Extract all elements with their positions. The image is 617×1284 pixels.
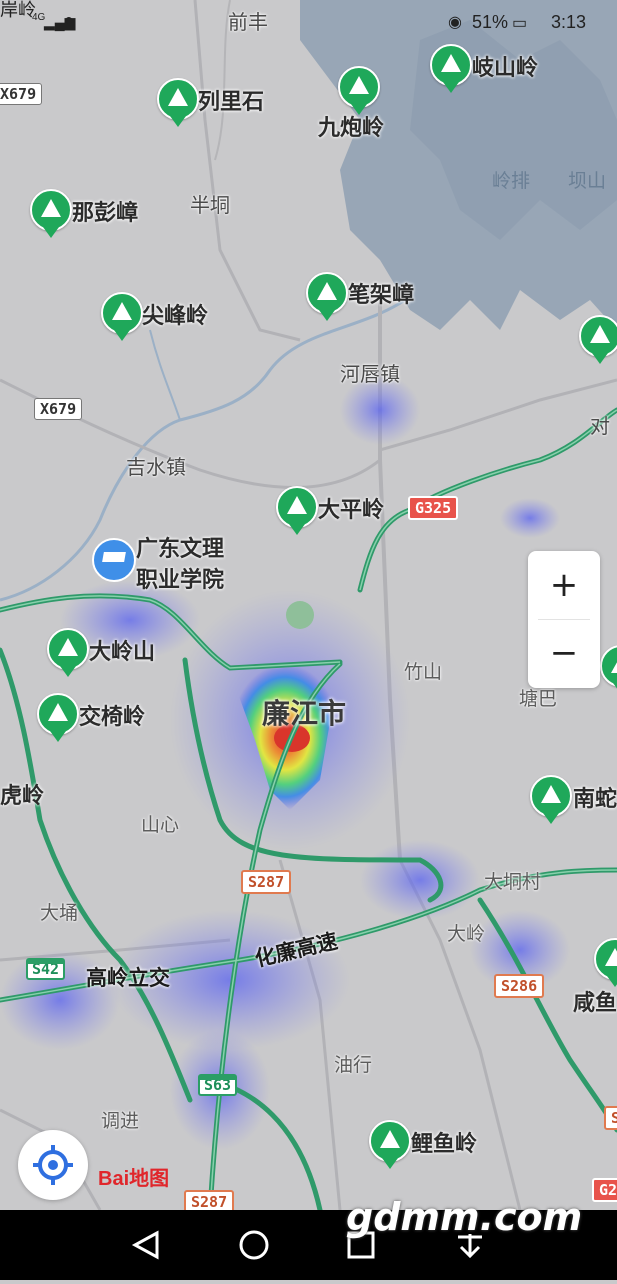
peak-label[interactable]: 尖峰岭 xyxy=(142,298,208,330)
place-label[interactable]: 半垌 xyxy=(190,189,230,218)
mountain-pin-icon[interactable] xyxy=(369,1120,411,1169)
route-shield: G2 xyxy=(592,1178,617,1202)
map-view[interactable]: 岸岭 4G ▂▄▆ ● ◉ 51% ▭ 3:13 岭排 坝山 前丰 半垌 河唇镇… xyxy=(0,0,617,1210)
poi-label[interactable]: 职业学院 xyxy=(136,562,224,594)
place-label[interactable]: 调进 xyxy=(101,1106,139,1133)
mountain-pin-icon[interactable] xyxy=(101,292,143,341)
zoom-control: + − xyxy=(528,551,600,688)
route-shield: S286 xyxy=(494,974,545,998)
wechat-icon: ● xyxy=(64,12,74,29)
place-label[interactable]: 大埇 xyxy=(40,898,78,925)
route-shield: X679 xyxy=(0,83,43,105)
edge-label: 虎岭 xyxy=(0,784,45,809)
place-label[interactable]: 塘巴 xyxy=(519,684,557,711)
peak-label[interactable]: 九炮岭 xyxy=(318,110,384,142)
highway-label: 高岭立交 xyxy=(86,966,170,990)
watermark: gdmm.com xyxy=(346,1195,583,1239)
mountain-pin-icon[interactable] xyxy=(579,315,617,364)
city-label[interactable]: 廉江市 xyxy=(262,692,346,732)
mountain-pin-icon[interactable] xyxy=(37,693,79,742)
baidu-map-logo: Bai地图 xyxy=(98,1168,170,1190)
locate-button[interactable] xyxy=(18,1130,88,1200)
mountain-pin-icon[interactable] xyxy=(338,66,380,115)
place-label[interactable]: 吉水镇 xyxy=(126,451,186,480)
zoom-in-button[interactable]: + xyxy=(528,551,600,619)
mountain-pin-icon[interactable] xyxy=(306,272,348,321)
battery-icon: ▭ xyxy=(512,15,528,32)
peak-label[interactable]: 岐山岭 xyxy=(472,50,538,82)
mountain-pin-icon[interactable] xyxy=(30,189,72,238)
peak-label[interactable]: 交椅岭 xyxy=(79,699,145,731)
place-label[interactable]: 大垌村 xyxy=(484,867,541,894)
route-shield: X679 xyxy=(34,398,83,420)
place-label[interactable]: 竹山 xyxy=(404,657,442,684)
mountain-pin-icon[interactable] xyxy=(157,78,199,127)
peak-label[interactable]: 咸鱼 xyxy=(573,985,617,1017)
place-label[interactable]: 大岭 xyxy=(447,919,485,946)
zoom-out-button[interactable]: − xyxy=(528,619,600,687)
edge-label-top: 岸岭 xyxy=(0,0,36,20)
route-shield: S287 xyxy=(184,1190,235,1210)
place-label[interactable]: 山心 xyxy=(141,810,179,837)
peak-label[interactable]: 笔架嶂 xyxy=(348,277,414,309)
place-label[interactable]: 油行 xyxy=(334,1050,372,1077)
clock: 3:13 xyxy=(551,12,587,32)
mountain-pin-icon[interactable] xyxy=(530,775,572,824)
route-shield: S63 xyxy=(198,1074,238,1096)
battery-percent: 51% xyxy=(472,12,509,32)
route-shield: G325 xyxy=(408,496,459,520)
peak-label[interactable]: 大岭山 xyxy=(89,634,155,666)
route-shield: S287 xyxy=(241,870,292,894)
peak-label[interactable]: 那彭嶂 xyxy=(72,195,138,227)
mountain-pin-icon[interactable] xyxy=(47,628,89,677)
school-pin-icon[interactable] xyxy=(92,538,136,582)
locate-icon xyxy=(33,1145,73,1185)
status-bar: 岸岭 4G ▂▄▆ ● ◉ 51% ▭ 3:13 xyxy=(0,0,617,44)
mountain-pin-icon[interactable] xyxy=(276,486,318,535)
mountain-pin-icon[interactable] xyxy=(430,44,472,93)
water-label: 坝山 xyxy=(568,170,607,192)
peak-label[interactable]: 南蛇 xyxy=(573,781,617,813)
route-shield: S42 xyxy=(26,958,66,980)
back-icon[interactable] xyxy=(131,1230,159,1260)
place-label[interactable]: 河唇镇 xyxy=(340,358,400,387)
peak-label[interactable]: 大平岭 xyxy=(318,492,384,524)
eye-icon: ◉ xyxy=(448,14,462,31)
route-shield: S xyxy=(604,1106,617,1130)
peak-label[interactable]: 鲤鱼岭 xyxy=(411,1126,477,1158)
peak-label[interactable]: 列里石 xyxy=(198,84,264,116)
water-label: 岭排 xyxy=(492,170,531,192)
edge-label: 对 xyxy=(590,414,610,438)
place-label[interactable]: 前丰 xyxy=(228,6,268,35)
poi-label[interactable]: 广东文理 xyxy=(136,531,224,563)
home-icon[interactable] xyxy=(239,1230,269,1260)
